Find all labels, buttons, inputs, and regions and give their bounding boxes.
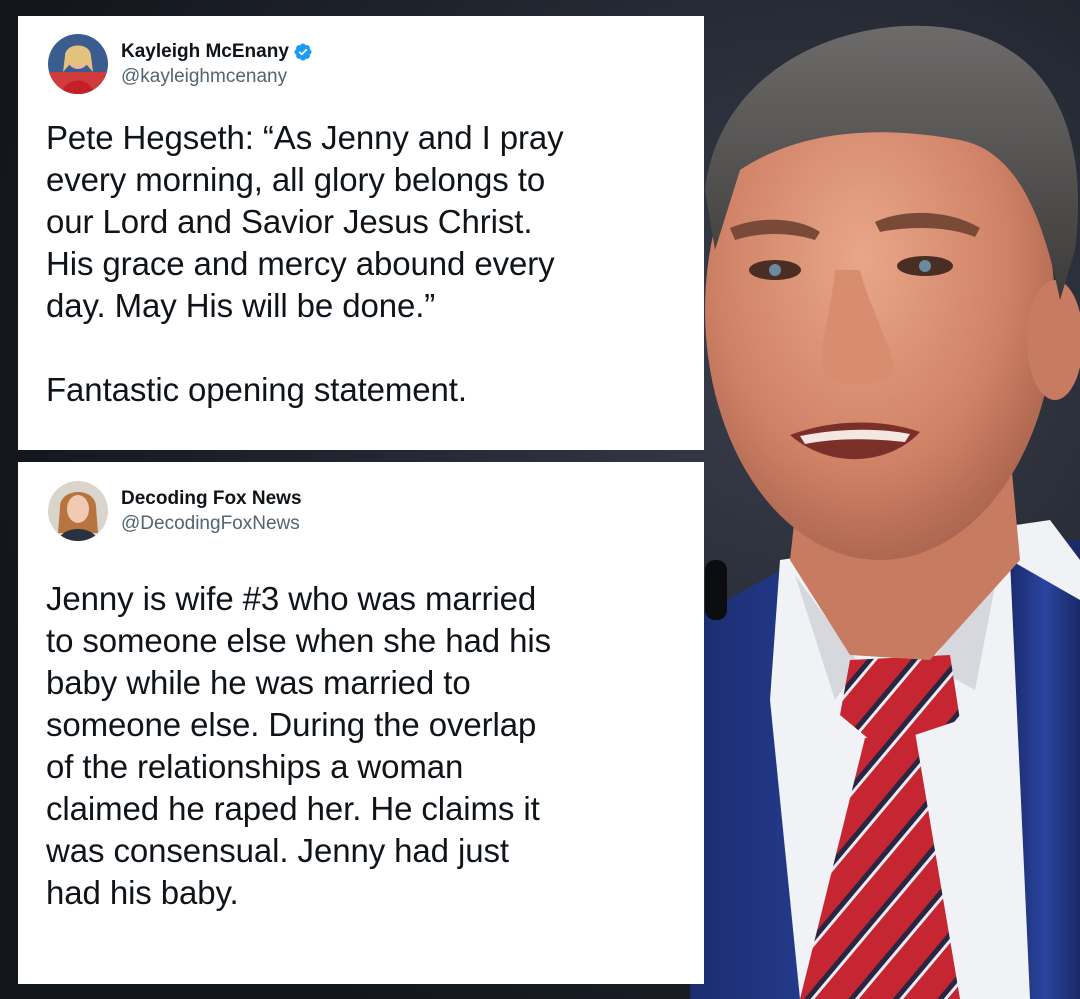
handle[interactable]: @DecodingFoxNews bbox=[121, 512, 302, 536]
avatar-photo-icon[interactable] bbox=[48, 481, 108, 541]
display-name[interactable]: Decoding Fox News bbox=[121, 487, 302, 511]
handle[interactable]: @kayleighmcenany bbox=[121, 65, 313, 89]
verified-badge-icon bbox=[294, 42, 312, 61]
tweet-header: Kayleigh McEnany @kayleighmcenany bbox=[48, 34, 313, 94]
tweet-card[interactable]: Kayleigh McEnany @kayleighmcenany Pete H… bbox=[18, 16, 704, 450]
avatar-photo-icon[interactable] bbox=[48, 34, 108, 94]
tweet-header: Decoding Fox News @DecodingFoxNews bbox=[48, 481, 302, 541]
tweet-card[interactable]: Decoding Fox News @DecodingFoxNews Jenny… bbox=[18, 462, 704, 984]
tweet-text: Jenny is wife #3 who was married to some… bbox=[46, 580, 551, 911]
display-name[interactable]: Kayleigh McEnany bbox=[121, 40, 289, 64]
tweet-text: Pete Hegseth: “As Jenny and I pray every… bbox=[46, 119, 564, 408]
